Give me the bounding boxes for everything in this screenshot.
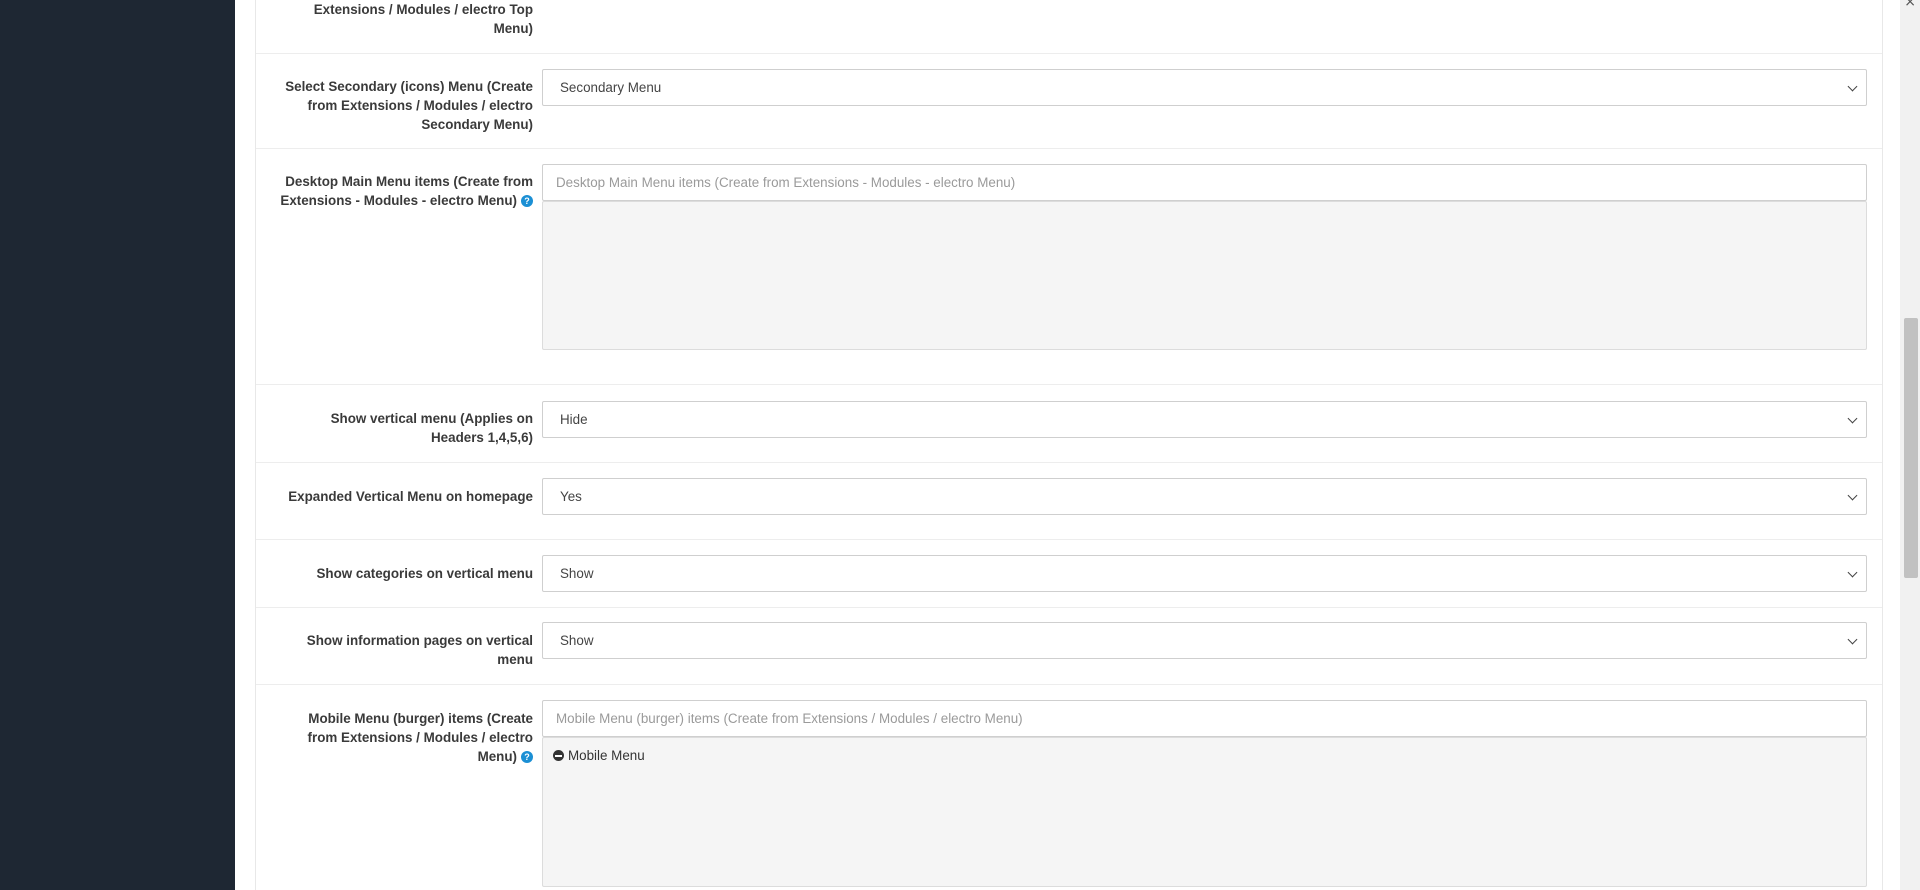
scrollbar-thumb[interactable] — [1904, 318, 1918, 578]
mobile-menu-label-text: Mobile Menu (burger) items (Create from … — [307, 711, 533, 764]
categories-vertical-label-text: Show categories on vertical menu — [316, 566, 533, 581]
mobile-menu-items-well: Mobile Menu — [542, 737, 1867, 887]
categories-vertical-select[interactable]: Show — [542, 555, 1867, 592]
help-icon[interactable]: ? — [521, 195, 533, 207]
row-secondary-menu: Select Secondary (icons) Menu (Create fr… — [256, 54, 1882, 149]
settings-panel: Extensions / Modules / electro Top Menu)… — [255, 0, 1883, 890]
chevron-down-icon — [1847, 81, 1858, 92]
vertical-menu-label-text: Show vertical menu (Applies on Headers 1… — [330, 411, 533, 445]
categories-vertical-value: Show — [560, 566, 594, 581]
row-vertical-menu: Show vertical menu (Applies on Headers 1… — [256, 385, 1882, 463]
top-menu-label-text: Extensions / Modules / electro Top Menu) — [313, 2, 533, 36]
secondary-menu-label: Select Secondary (icons) Menu (Create fr… — [276, 77, 533, 134]
close-icon[interactable]: × — [1904, 0, 1916, 10]
information-pages-vertical-select[interactable]: Show — [542, 622, 1867, 659]
chevron-down-icon — [1847, 413, 1858, 424]
row-desktop-main-menu: Desktop Main Menu items (Create from Ext… — [256, 149, 1882, 385]
row-categories-vertical: Show categories on vertical menu Show — [256, 540, 1882, 608]
expanded-vertical-menu-label: Expanded Vertical Menu on homepage — [276, 487, 533, 506]
expanded-vertical-menu-value: Yes — [560, 489, 582, 504]
remove-circle-icon[interactable] — [553, 750, 564, 761]
mobile-menu-label: Mobile Menu (burger) items (Create from … — [276, 709, 533, 766]
desktop-main-menu-label-text: Desktop Main Menu items (Create from Ext… — [280, 174, 533, 208]
row-mobile-menu: Mobile Menu (burger) items (Create from … — [256, 685, 1882, 890]
desktop-main-menu-items-well — [542, 201, 1867, 350]
chevron-down-icon — [1847, 490, 1858, 501]
row-information-pages-vertical: Show information pages on vertical menu … — [256, 608, 1882, 685]
information-pages-vertical-label-text: Show information pages on vertical menu — [306, 633, 533, 667]
row-expanded-vertical-menu: Expanded Vertical Menu on homepage Yes — [256, 463, 1882, 540]
mobile-menu-item-label: Mobile Menu — [568, 748, 645, 763]
information-pages-vertical-label: Show information pages on vertical menu — [276, 631, 533, 669]
secondary-menu-value: Secondary Menu — [560, 80, 662, 95]
secondary-menu-select[interactable]: Secondary Menu — [542, 69, 1867, 106]
vertical-scrollbar[interactable]: × — [1900, 0, 1920, 890]
chevron-down-icon — [1847, 634, 1858, 645]
categories-vertical-label: Show categories on vertical menu — [276, 564, 533, 583]
secondary-menu-label-text: Select Secondary (icons) Menu (Create fr… — [285, 79, 533, 132]
vertical-menu-value: Hide — [560, 412, 588, 427]
desktop-main-menu-label: Desktop Main Menu items (Create from Ext… — [276, 172, 533, 210]
help-icon[interactable]: ? — [521, 751, 533, 763]
row-top-menu: Extensions / Modules / electro Top Menu) — [256, 0, 1882, 54]
mobile-menu-input[interactable] — [542, 700, 1867, 737]
left-sidebar — [0, 0, 235, 890]
vertical-menu-label: Show vertical menu (Applies on Headers 1… — [276, 409, 533, 447]
top-menu-label: Extensions / Modules / electro Top Menu) — [276, 0, 533, 38]
vertical-menu-select[interactable]: Hide — [542, 401, 1867, 438]
desktop-main-menu-input[interactable] — [542, 164, 1867, 201]
mobile-menu-item: Mobile Menu — [553, 748, 645, 763]
chevron-down-icon — [1847, 567, 1858, 578]
expanded-vertical-menu-label-text: Expanded Vertical Menu on homepage — [288, 489, 533, 504]
information-pages-vertical-value: Show — [560, 633, 594, 648]
expanded-vertical-menu-select[interactable]: Yes — [542, 478, 1867, 515]
